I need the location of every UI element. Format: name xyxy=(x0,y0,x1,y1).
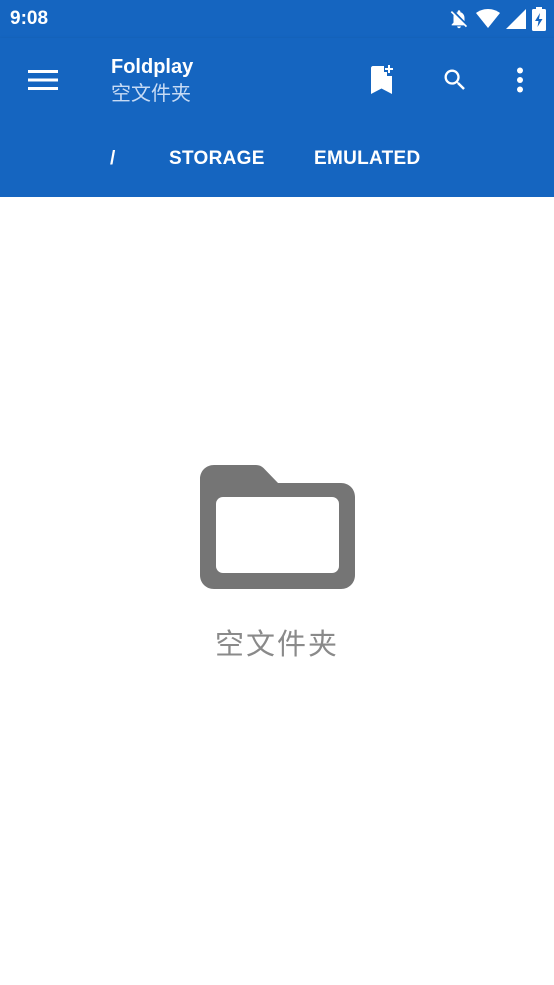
file-list-area: 空文件夹 xyxy=(0,197,554,985)
more-options-button[interactable] xyxy=(496,56,544,104)
app-bar: Foldplay 空文件夹 / STORAGE EMULATED xyxy=(0,38,554,197)
wifi-icon xyxy=(476,9,500,28)
folder-icon xyxy=(200,465,355,589)
breadcrumb: / STORAGE EMULATED xyxy=(0,134,554,186)
add-bookmark-button[interactable] xyxy=(358,56,406,104)
app-title: Foldplay xyxy=(111,56,194,78)
search-button[interactable] xyxy=(431,56,479,104)
breadcrumb-item-root[interactable]: / xyxy=(110,148,116,170)
status-icons xyxy=(448,7,546,31)
signal-icon xyxy=(506,9,526,29)
status-time: 9:08 xyxy=(10,8,49,29)
bookmark-add-icon xyxy=(371,65,393,94)
more-vert-icon xyxy=(517,67,523,93)
title-block: Foldplay 空文件夹 xyxy=(111,54,193,106)
search-icon xyxy=(444,69,465,90)
breadcrumb-item-emulated[interactable]: EMULATED xyxy=(314,148,421,170)
notifications-off-icon xyxy=(450,10,468,29)
menu-icon xyxy=(28,70,58,90)
status-bar: 9:08 xyxy=(0,0,554,38)
empty-folder-message: 空文件夹 xyxy=(214,627,339,661)
battery-charging-icon xyxy=(532,7,546,31)
navigation-menu-button[interactable] xyxy=(18,58,68,102)
breadcrumb-item-storage[interactable]: STORAGE xyxy=(169,148,265,170)
app-subtitle: 空文件夹 xyxy=(111,81,191,105)
